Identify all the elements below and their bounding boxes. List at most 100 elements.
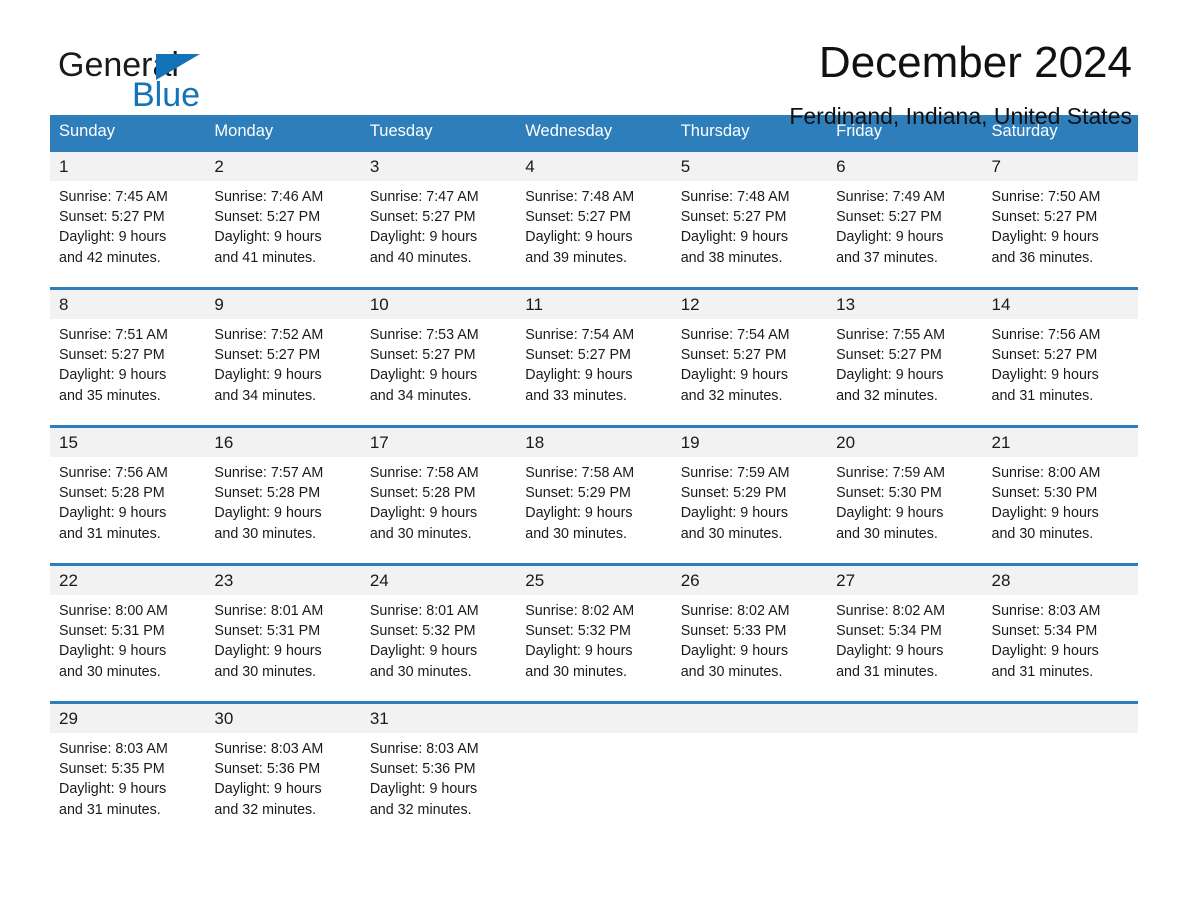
- sunrise-text: Sunrise: 7:49 AM: [836, 189, 945, 205]
- daylight-text-line1: Daylight: 9 hours: [369, 643, 478, 660]
- day-number: 18: [516, 428, 672, 457]
- calendar-day-cell: 13 Sunrise: 7:55 AM Sunset: 5:27 PM Dayligh…: [827, 287, 983, 421]
- day-details: Sunrise: 7:47 AM Sunset: 5:27 PM Daylight:…: [361, 181, 516, 268]
- calendar-day-cell: 20 Sunrise: 7:59 AM Sunset: 5:30 PM Dayligh…: [827, 425, 983, 559]
- calendar-day[interactable]: 21 Sunrise: 8:00 AM Sunset: 5:30 PM Dayligh…: [982, 428, 1138, 559]
- daylight-text-line2: and 30 minutes.: [680, 525, 783, 542]
- general-blue-logo[interactable]: General Blue: [58, 48, 298, 120]
- sunset-text: Sunset: 5:29 PM: [525, 485, 631, 502]
- calendar-day-cell: 29 Sunrise: 8:03 AM Sunset: 5:35 PM Dayligh…: [50, 701, 206, 835]
- calendar-week-row: 22 Sunrise: 8:00 AM Sunset: 5:31 PM Dayligh…: [50, 563, 1138, 697]
- calendar-day[interactable]: 19 Sunrise: 7:59 AM Sunset: 5:29 PM Dayligh…: [671, 428, 828, 559]
- sunrise-text: Sunrise: 7:50 AM: [991, 189, 1101, 205]
- calendar-day-empty: [671, 704, 828, 835]
- calendar-day-cell: 17 Sunrise: 7:58 AM Sunset: 5:28 PM Dayligh…: [360, 425, 517, 559]
- calendar-day[interactable]: 15 Sunrise: 7:56 AM Sunset: 5:28 PM Dayligh…: [50, 428, 206, 559]
- calendar-day[interactable]: 30 Sunrise: 8:03 AM Sunset: 5:36 PM Dayligh…: [205, 704, 361, 835]
- calendar-day[interactable]: 23 Sunrise: 8:01 AM Sunset: 5:31 PM Dayligh…: [205, 566, 361, 697]
- calendar-day[interactable]: 31 Sunrise: 8:03 AM Sunset: 5:36 PM Dayligh…: [360, 704, 517, 835]
- calendar-day[interactable]: 14 Sunrise: 7:56 AM Sunset: 5:27 PM Dayligh…: [982, 290, 1138, 421]
- calendar-day[interactable]: 13 Sunrise: 7:55 AM Sunset: 5:27 PM Dayligh…: [827, 290, 983, 421]
- daylight-text-line2: and 31 minutes.: [59, 525, 161, 542]
- calendar-day[interactable]: 12 Sunrise: 7:54 AM Sunset: 5:27 PM Dayligh…: [671, 290, 828, 421]
- daylight-text-line2: and 30 minutes.: [836, 525, 938, 542]
- sunset-text: Sunset: 5:35 PM: [59, 761, 165, 778]
- day-number: 3: [360, 152, 517, 181]
- calendar-day[interactable]: 18 Sunrise: 7:58 AM Sunset: 5:29 PM Dayligh…: [516, 428, 672, 559]
- sunset-text: Sunset: 5:27 PM: [680, 209, 787, 226]
- day-number: 6: [827, 152, 983, 181]
- calendar-day[interactable]: 1 Sunrise: 7:45 AM Sunset: 5:27 PM Daylight…: [50, 152, 206, 283]
- daylight-text-line1: Daylight: 9 hours: [680, 229, 788, 246]
- day-details: Sunrise: 7:56 AM Sunset: 5:28 PM Daylight:…: [50, 457, 205, 544]
- daylight-text-line2: and 30 minutes.: [525, 663, 627, 680]
- calendar-day-cell: 28 Sunrise: 8:03 AM Sunset: 5:34 PM Dayligh…: [982, 563, 1138, 697]
- calendar-day-cell: 12 Sunrise: 7:54 AM Sunset: 5:27 PM Dayligh…: [671, 287, 828, 421]
- sunset-text: Sunset: 5:27 PM: [369, 347, 476, 364]
- sunset-text: Sunset: 5:34 PM: [991, 623, 1098, 640]
- logo-text-blue: Blue: [132, 76, 201, 114]
- daylight-text-line1: Daylight: 9 hours: [836, 229, 944, 246]
- day-number: 8: [50, 290, 206, 319]
- calendar-day[interactable]: 4 Sunrise: 7:48 AM Sunset: 5:27 PM Daylight…: [516, 152, 672, 283]
- sunrise-text: Sunrise: 7:45 AM: [59, 189, 168, 205]
- day-number: 13: [827, 290, 983, 319]
- daylight-text-line2: and 31 minutes.: [59, 801, 161, 818]
- daylight-text-line1: Daylight: 9 hours: [59, 367, 167, 384]
- sunset-text: Sunset: 5:28 PM: [214, 485, 321, 502]
- calendar-day-cell: 22 Sunrise: 8:00 AM Sunset: 5:31 PM Dayligh…: [50, 563, 206, 697]
- calendar-day-cell: 25 Sunrise: 8:02 AM Sunset: 5:32 PM Dayligh…: [516, 563, 672, 697]
- day-number: 12: [671, 290, 828, 319]
- sunset-text: Sunset: 5:27 PM: [991, 347, 1098, 364]
- page-subtitle: Ferdinand, Indiana, United States: [789, 103, 1132, 129]
- calendar-day[interactable]: 8 Sunrise: 7:51 AM Sunset: 5:27 PM Daylight…: [50, 290, 206, 421]
- calendar-day[interactable]: 29 Sunrise: 8:03 AM Sunset: 5:35 PM Dayligh…: [50, 704, 206, 835]
- calendar-day[interactable]: 16 Sunrise: 7:57 AM Sunset: 5:28 PM Dayligh…: [205, 428, 361, 559]
- calendar-day[interactable]: 9 Sunrise: 7:52 AM Sunset: 5:27 PM Daylight…: [205, 290, 361, 421]
- day-details: Sunrise: 7:55 AM Sunset: 5:27 PM Daylight:…: [827, 319, 982, 406]
- day-number: 24: [360, 566, 517, 595]
- calendar-day[interactable]: 3 Sunrise: 7:47 AM Sunset: 5:27 PM Daylight…: [360, 152, 517, 283]
- day-details: Sunrise: 8:00 AM Sunset: 5:31 PM Daylight:…: [50, 595, 205, 682]
- calendar-day[interactable]: 26 Sunrise: 8:02 AM Sunset: 5:33 PM Dayligh…: [671, 566, 828, 697]
- sunrise-text: Sunrise: 8:01 AM: [369, 603, 479, 619]
- calendar-day[interactable]: 25 Sunrise: 8:02 AM Sunset: 5:32 PM Dayligh…: [516, 566, 672, 697]
- day-number: 23: [205, 566, 361, 595]
- calendar-day[interactable]: 2 Sunrise: 7:46 AM Sunset: 5:27 PM Daylight…: [205, 152, 361, 283]
- day-details: Sunrise: 7:58 AM Sunset: 5:28 PM Daylight:…: [361, 457, 516, 544]
- daylight-text-line1: Daylight: 9 hours: [991, 505, 1099, 522]
- daylight-text-line1: Daylight: 9 hours: [59, 781, 167, 798]
- daylight-text-line1: Daylight: 9 hours: [680, 505, 788, 522]
- sunset-text: Sunset: 5:28 PM: [59, 485, 165, 502]
- sunrise-text: Sunrise: 7:47 AM: [369, 189, 479, 205]
- day-details: Sunrise: 8:03 AM Sunset: 5:36 PM Daylight:…: [205, 733, 360, 820]
- calendar-day[interactable]: 7 Sunrise: 7:50 AM Sunset: 5:27 PM Daylight…: [982, 152, 1138, 283]
- calendar-day[interactable]: 22 Sunrise: 8:00 AM Sunset: 5:31 PM Dayligh…: [50, 566, 206, 697]
- calendar-day-cell: 1 Sunrise: 7:45 AM Sunset: 5:27 PM Daylight…: [50, 149, 206, 283]
- calendar-day[interactable]: 20 Sunrise: 7:59 AM Sunset: 5:30 PM Dayligh…: [827, 428, 983, 559]
- daylight-text-line2: and 30 minutes.: [59, 663, 161, 680]
- sunset-text: Sunset: 5:27 PM: [59, 209, 165, 226]
- day-number: 26: [671, 566, 828, 595]
- calendar-day[interactable]: 5 Sunrise: 7:48 AM Sunset: 5:27 PM Daylight…: [671, 152, 828, 283]
- calendar-day-cell: 11 Sunrise: 7:54 AM Sunset: 5:27 PM Dayligh…: [516, 287, 672, 421]
- daylight-text-line2: and 30 minutes.: [214, 663, 317, 680]
- daylight-text-line2: and 34 minutes.: [369, 387, 472, 404]
- daylight-text-line2: and 32 minutes.: [369, 801, 472, 818]
- day-number: 30: [205, 704, 361, 733]
- sunrise-text: Sunrise: 7:54 AM: [680, 327, 790, 343]
- day-details: Sunrise: 8:00 AM Sunset: 5:30 PM Daylight:…: [983, 457, 1138, 544]
- calendar-day[interactable]: 11 Sunrise: 7:54 AM Sunset: 5:27 PM Dayligh…: [516, 290, 672, 421]
- calendar-day[interactable]: 27 Sunrise: 8:02 AM Sunset: 5:34 PM Dayligh…: [827, 566, 983, 697]
- calendar-day-cell: 5 Sunrise: 7:48 AM Sunset: 5:27 PM Daylight…: [671, 149, 828, 283]
- calendar-day[interactable]: 17 Sunrise: 7:58 AM Sunset: 5:28 PM Dayligh…: [360, 428, 517, 559]
- calendar-day[interactable]: 28 Sunrise: 8:03 AM Sunset: 5:34 PM Dayligh…: [982, 566, 1138, 697]
- daylight-text-line1: Daylight: 9 hours: [991, 229, 1099, 246]
- calendar-day-cell: 31 Sunrise: 8:03 AM Sunset: 5:36 PM Dayligh…: [360, 701, 517, 835]
- calendar-day[interactable]: 6 Sunrise: 7:49 AM Sunset: 5:27 PM Daylight…: [827, 152, 983, 283]
- daylight-text-line1: Daylight: 9 hours: [525, 229, 633, 246]
- daylight-text-line2: and 30 minutes.: [680, 663, 783, 680]
- calendar-day[interactable]: 24 Sunrise: 8:01 AM Sunset: 5:32 PM Dayligh…: [360, 566, 517, 697]
- calendar-day[interactable]: 10 Sunrise: 7:53 AM Sunset: 5:27 PM Dayligh…: [360, 290, 517, 421]
- daylight-text-line2: and 33 minutes.: [525, 387, 627, 404]
